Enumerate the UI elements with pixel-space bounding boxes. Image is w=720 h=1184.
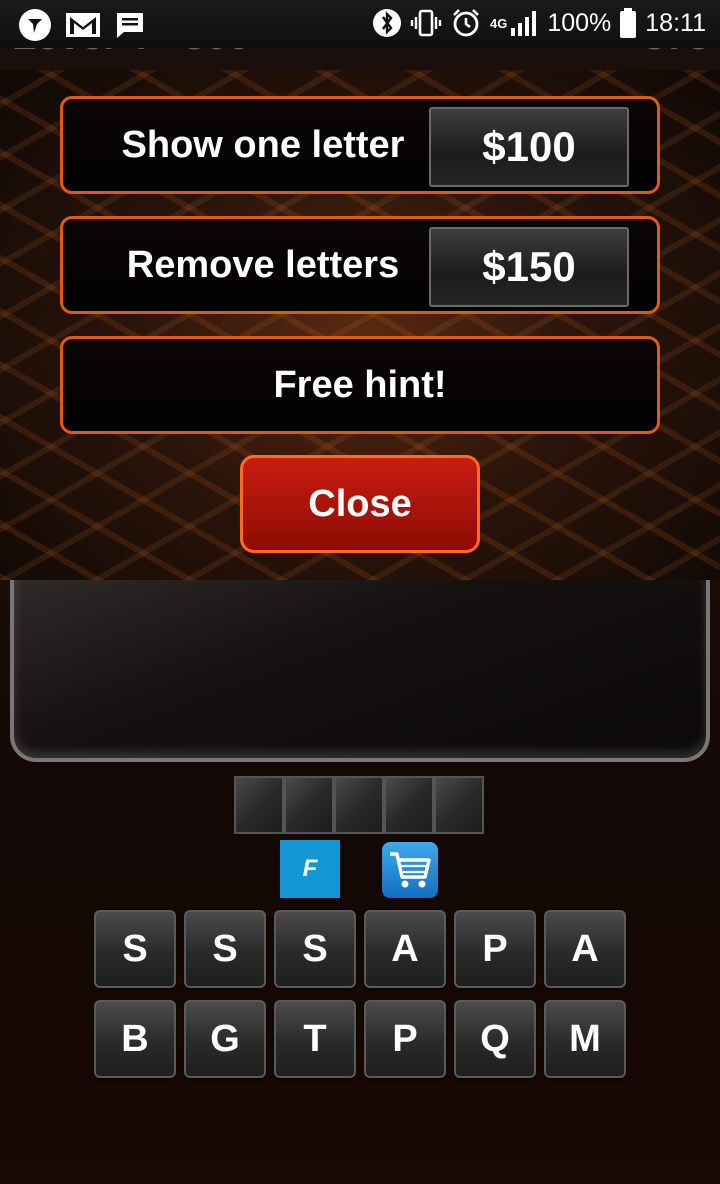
letter-key[interactable]: B bbox=[94, 1000, 176, 1078]
notification-icons bbox=[18, 8, 146, 42]
letter-key[interactable]: A bbox=[364, 910, 446, 988]
remove-letters-label: Remove letters bbox=[126, 243, 400, 286]
answer-slot[interactable] bbox=[434, 776, 484, 834]
free-hint-button[interactable]: Free hint! bbox=[60, 336, 660, 434]
letter-key[interactable]: T bbox=[274, 1000, 356, 1078]
status-bar: 4G 100% 18:11 bbox=[0, 0, 720, 48]
answer-slot[interactable] bbox=[334, 776, 384, 834]
answer-slot[interactable] bbox=[234, 776, 284, 834]
letter-key[interactable]: S bbox=[274, 910, 356, 988]
letter-key[interactable]: G bbox=[184, 1000, 266, 1078]
letter-key[interactable]: P bbox=[454, 910, 536, 988]
shopping-cart-icon bbox=[390, 852, 431, 888]
telegram-icon bbox=[19, 9, 51, 41]
system-icons: 4G 100% 18:11 bbox=[372, 7, 706, 39]
vibrate-icon bbox=[410, 9, 442, 37]
network-label: 4G bbox=[489, 15, 508, 31]
letter-key[interactable]: A bbox=[544, 910, 626, 988]
remove-letters-price: $150 bbox=[429, 227, 629, 307]
puzzle-picture-frame bbox=[10, 580, 710, 762]
show-one-letter-button[interactable]: Show one letter $100 bbox=[60, 96, 660, 194]
shop-button[interactable] bbox=[382, 842, 438, 898]
signal-icon bbox=[511, 11, 537, 36]
free-hint-label: Free hint! bbox=[273, 363, 447, 406]
battery-icon bbox=[620, 8, 637, 38]
bluetooth-icon bbox=[372, 9, 401, 37]
battery-percent: 100% bbox=[547, 8, 612, 37]
close-button[interactable]: Close bbox=[240, 455, 480, 553]
header-strip bbox=[0, 48, 720, 70]
gmail-icon bbox=[66, 13, 100, 37]
answer-slots bbox=[234, 776, 484, 834]
letter-key[interactable]: S bbox=[184, 910, 266, 988]
alarm-icon bbox=[453, 9, 479, 37]
facebook-share-button[interactable]: F bbox=[280, 840, 340, 898]
show-one-letter-price: $100 bbox=[429, 107, 629, 187]
answer-slot[interactable] bbox=[284, 776, 334, 834]
letter-key[interactable]: S bbox=[94, 910, 176, 988]
remove-letters-button[interactable]: Remove letters $150 bbox=[60, 216, 660, 314]
letter-key[interactable]: M bbox=[544, 1000, 626, 1078]
answer-slot[interactable] bbox=[384, 776, 434, 834]
clock: 18:11 bbox=[645, 8, 706, 37]
letter-key[interactable]: Q bbox=[454, 1000, 536, 1078]
show-one-letter-label: Show one letter bbox=[121, 123, 405, 166]
letter-keyboard: S S S A P A B G T P Q M bbox=[94, 910, 628, 1078]
message-icon bbox=[117, 13, 143, 38]
letter-key[interactable]: P bbox=[364, 1000, 446, 1078]
